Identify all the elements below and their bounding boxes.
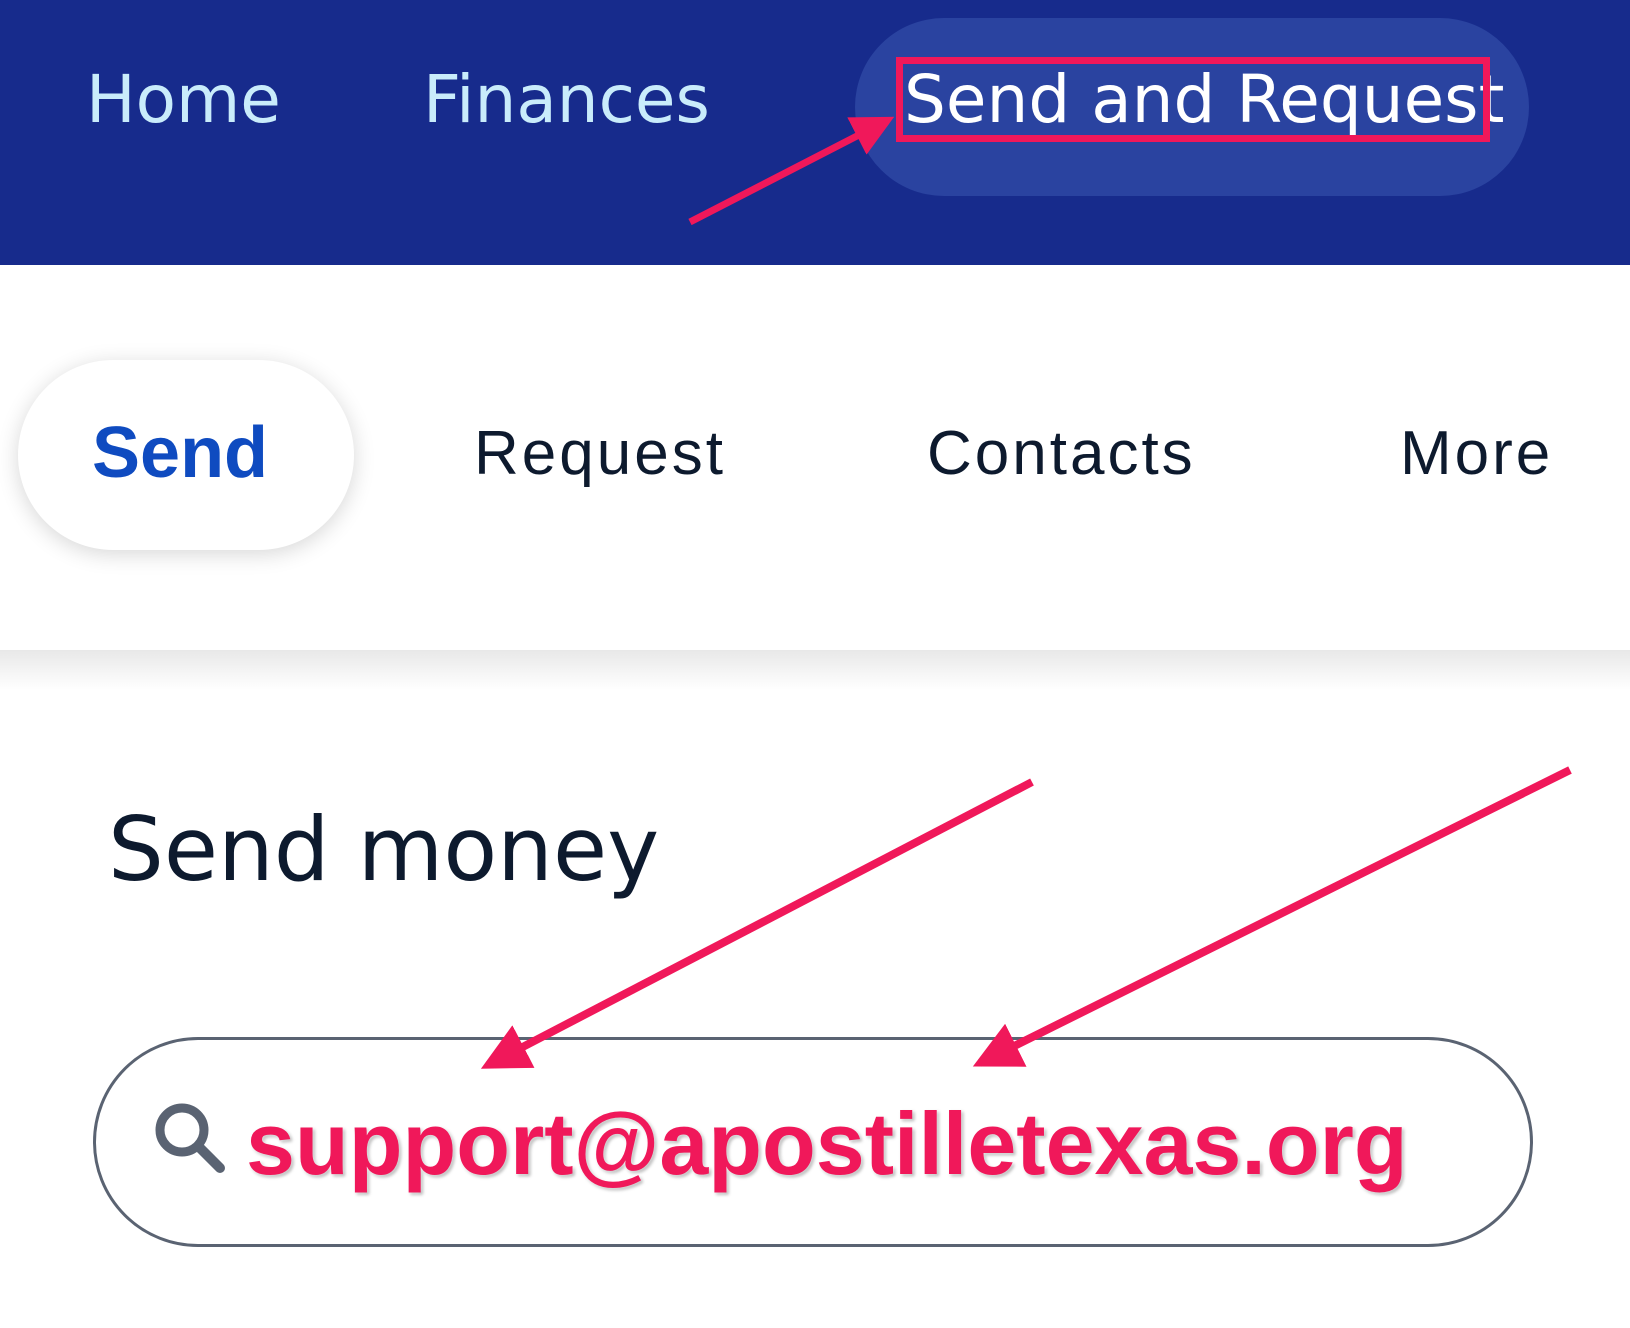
top-navigation-bar: Home Finances Send and Request [0, 0, 1630, 265]
search-input-value[interactable]: support@apostilletexas.org [246, 1092, 1408, 1196]
annotation-arrow-to-search-right [972, 766, 1572, 1067]
sub-nav-request[interactable]: Request [474, 414, 726, 494]
sub-nav-divider-shadow [0, 650, 1630, 690]
page-title: Send money [108, 798, 660, 901]
top-nav-home[interactable]: Home [86, 60, 281, 140]
search-icon [155, 1103, 225, 1173]
sub-nav-contacts[interactable]: Contacts [927, 414, 1196, 494]
sub-nav-send[interactable]: Send [92, 410, 268, 496]
top-nav-send-and-request[interactable]: Send and Request [904, 60, 1504, 140]
sub-nav-more[interactable]: More [1400, 414, 1553, 494]
top-nav-finances[interactable]: Finances [423, 60, 710, 140]
